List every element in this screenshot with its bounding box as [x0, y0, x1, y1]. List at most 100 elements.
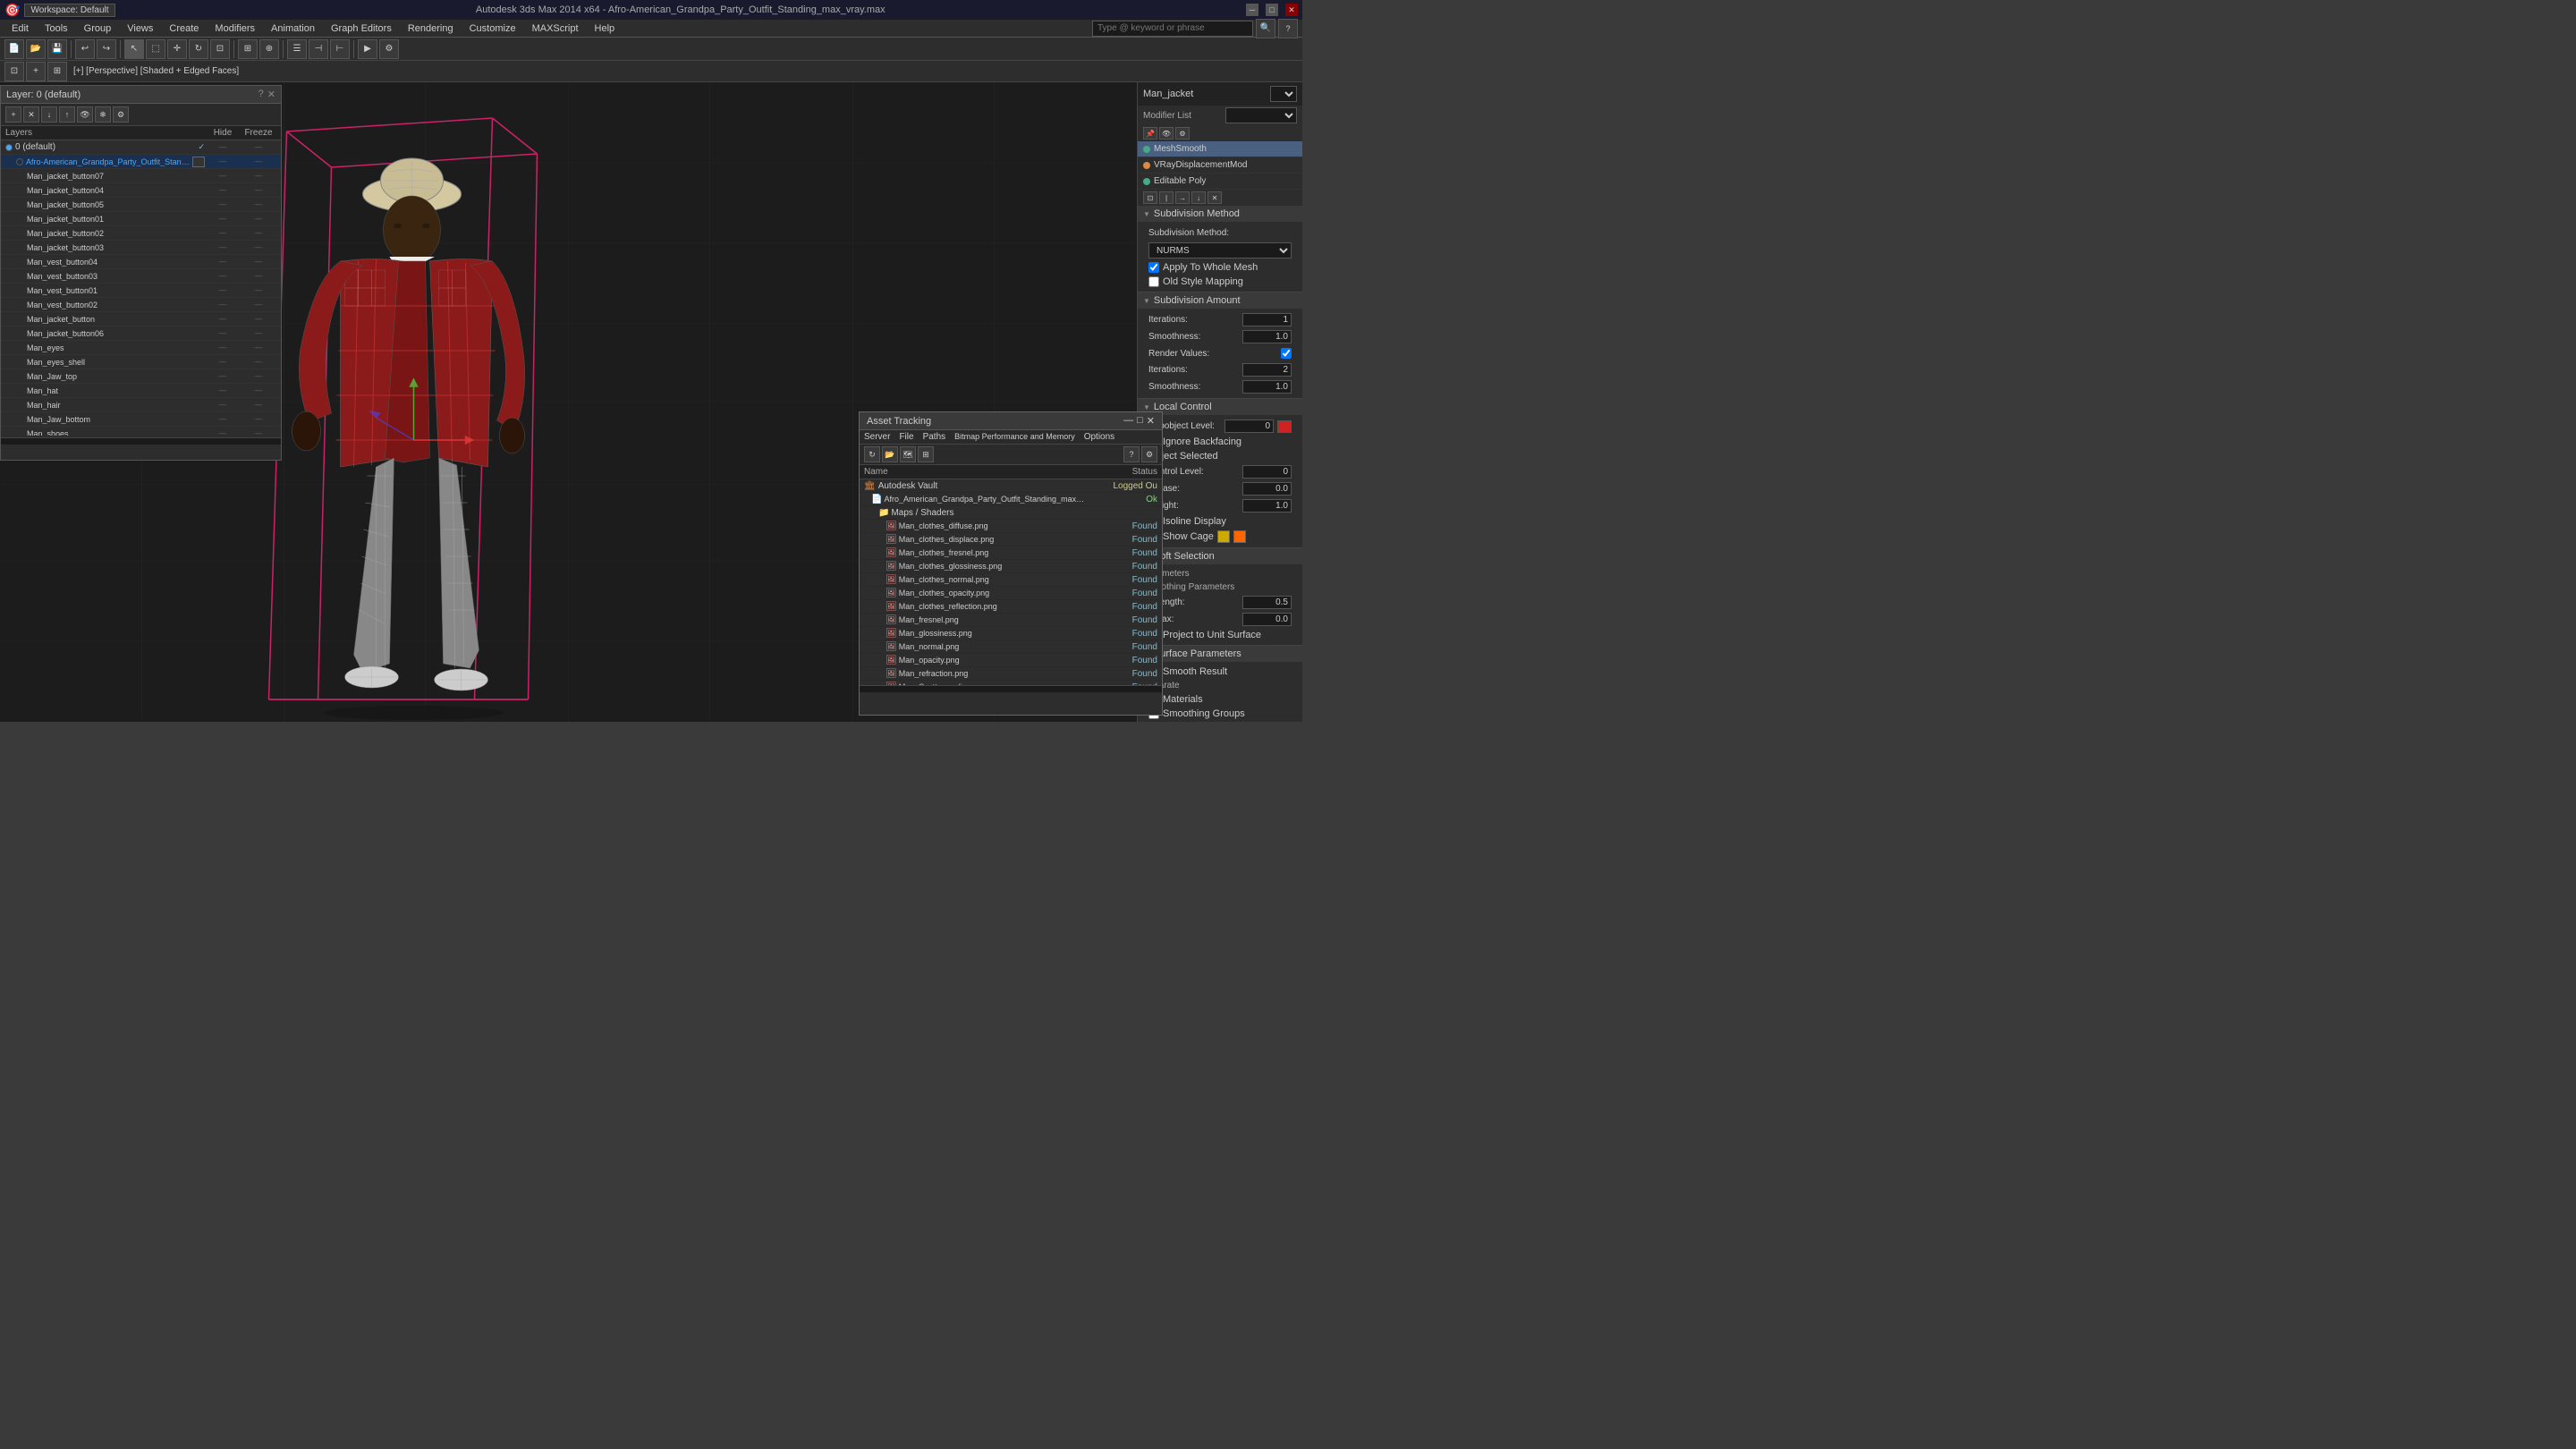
redo-btn[interactable]: ↪ — [97, 39, 116, 59]
layer-close-btn[interactable]: ✕ — [267, 89, 275, 100]
render-smoothness-input[interactable] — [1242, 380, 1292, 394]
layer-item[interactable]: Man_jacket_button01—— — [1, 212, 281, 226]
asset-menu-file[interactable]: File — [899, 432, 913, 442]
layer-item[interactable]: Man_vest_button01—— — [1, 284, 281, 298]
cage-color1[interactable] — [1217, 530, 1230, 543]
crease-input[interactable] — [1242, 482, 1292, 496]
asset-item-vault[interactable]: 🏛 Autodesk Vault Logged Ou — [860, 479, 1162, 493]
asset-item[interactable]: 🖼Man_clothes_diffuse.pngFound — [860, 520, 1162, 533]
asset-item[interactable]: 🖼Man_clothes_fresnel.pngFound — [860, 547, 1162, 560]
asset-minimize-btn[interactable]: — — [1123, 415, 1133, 427]
layer-item[interactable]: Man_jacket_button07—— — [1, 169, 281, 183]
mirror-btn[interactable]: ⊣ — [309, 39, 328, 59]
asset-browse-btn[interactable]: 📂 — [882, 446, 898, 462]
asset-maximize-btn[interactable]: □ — [1137, 415, 1143, 427]
asset-menu-paths[interactable]: Paths — [923, 432, 946, 442]
layer-item[interactable]: Man_jacket_button06—— — [1, 326, 281, 341]
asset-settings-btn[interactable]: ⚙ — [1141, 446, 1157, 462]
control-level-input[interactable] — [1242, 465, 1292, 479]
layer-item[interactable]: Man_Jaw_bottom—— — [1, 412, 281, 427]
menu-rendering[interactable]: Rendering — [401, 21, 461, 36]
new-file-btn[interactable]: 📄 — [4, 39, 24, 59]
modifier-list-dropdown[interactable] — [1270, 86, 1297, 102]
asset-item[interactable]: 🖼Man_clothes_displace.pngFound — [860, 533, 1162, 547]
zoom-all-btn[interactable]: ⊞ — [47, 62, 67, 81]
menu-edit[interactable]: Edit — [4, 21, 36, 36]
layer-item[interactable]: Man_jacket_button04—— — [1, 183, 281, 198]
relax-input[interactable] — [1242, 613, 1292, 626]
layer-item[interactable]: Man_hat—— — [1, 384, 281, 398]
zoom-btn[interactable]: + — [26, 62, 46, 81]
scale-btn[interactable]: ⊡ — [210, 39, 230, 59]
workspace-selector[interactable]: Workspace: Default — [24, 4, 114, 17]
align-btn[interactable]: ⊢ — [330, 39, 350, 59]
menu-group[interactable]: Group — [77, 21, 119, 36]
select-btn[interactable]: ↖ — [124, 39, 144, 59]
asset-scrollbar[interactable] — [860, 685, 1162, 692]
asset-menu-bitmap[interactable]: Bitmap Performance and Memory — [954, 432, 1075, 442]
strength-input[interactable] — [1242, 596, 1292, 609]
nurms-dropdown[interactable]: NURMS — [1148, 242, 1292, 258]
save-file-btn[interactable]: 💾 — [47, 39, 67, 59]
asset-menu-server[interactable]: Server — [864, 432, 890, 442]
layer-freeze-btn[interactable]: ❄ — [95, 106, 111, 123]
layer-item[interactable]: Man_Jaw_top—— — [1, 369, 281, 384]
asset-item[interactable]: 🖼Man_clothes_glossiness.pngFound — [860, 560, 1162, 573]
menu-create[interactable]: Create — [162, 21, 206, 36]
mod-ctrl-2[interactable]: | — [1159, 191, 1174, 204]
apply-whole-mesh-checkbox[interactable] — [1148, 262, 1159, 273]
menu-help[interactable]: Help — [588, 21, 623, 36]
help-button[interactable]: ? — [1278, 19, 1298, 38]
asset-help-btn[interactable]: ? — [1123, 446, 1140, 462]
cage-color2[interactable] — [1233, 530, 1246, 543]
asset-item[interactable]: 🖼Man_fresnel.pngFound — [860, 614, 1162, 627]
asset-menu-options[interactable]: Options — [1084, 432, 1114, 442]
asset-refresh-btn[interactable]: ↻ — [864, 446, 880, 462]
search-input[interactable] — [1092, 21, 1253, 37]
minimize-button[interactable]: ─ — [1246, 4, 1258, 16]
asset-map-btn[interactable]: 🗺 — [900, 446, 916, 462]
close-button[interactable]: ✕ — [1285, 4, 1298, 16]
layer-item[interactable]: Man_vest_button04—— — [1, 255, 281, 269]
layer-scrollbar[interactable] — [1, 437, 281, 445]
modifier-show-btn[interactable]: 👁 — [1159, 127, 1174, 140]
asset-item-maps-folder[interactable]: 📁 Maps / Shaders — [860, 506, 1162, 520]
layer-help-btn[interactable]: ? — [258, 89, 264, 100]
mod-ctrl-3[interactable]: → — [1175, 191, 1190, 204]
layer-settings-btn[interactable]: ⚙ — [113, 106, 129, 123]
modifier-vray[interactable]: VRayDisplacementMod — [1138, 157, 1302, 174]
modifier-dropdown-select[interactable] — [1225, 107, 1297, 123]
open-file-btn[interactable]: 📂 — [26, 39, 46, 59]
layer-item[interactable]: Man_jacket_button—— — [1, 312, 281, 326]
subobject-color-btn[interactable] — [1277, 420, 1292, 433]
layer-add-sel-btn[interactable]: ↓ — [41, 106, 57, 123]
modifier-editable-poly[interactable]: Editable Poly — [1138, 174, 1302, 190]
reference-btn[interactable]: ⊞ — [238, 39, 258, 59]
mod-ctrl-5[interactable]: ✕ — [1208, 191, 1222, 204]
layer-item[interactable]: Man_jacket_button02—— — [1, 226, 281, 241]
viewport-maximize-btn[interactable]: ⊡ — [4, 62, 24, 81]
layer-item[interactable]: Man_hair—— — [1, 398, 281, 412]
layer-sel-btn[interactable]: ↑ — [59, 106, 75, 123]
asset-grid-btn[interactable]: ⊞ — [918, 446, 934, 462]
undo-btn[interactable]: ↩ — [75, 39, 95, 59]
modifier-pin-btn[interactable]: 📌 — [1143, 127, 1157, 140]
layer-item-default[interactable]: 0 (default) ✓ — — — [1, 140, 281, 155]
menu-graph-editors[interactable]: Graph Editors — [324, 21, 399, 36]
asset-item[interactable]: 🖼Man_opacity.pngFound — [860, 654, 1162, 667]
render-iterations-input[interactable] — [1242, 363, 1292, 377]
pivot-btn[interactable]: ⊕ — [259, 39, 279, 59]
select-region-btn[interactable]: ⬚ — [146, 39, 165, 59]
asset-item[interactable]: 🖼Man_Scatter_radius.pngFound — [860, 681, 1162, 685]
layer-item[interactable]: Man_eyes—— — [1, 341, 281, 355]
render-setup-btn[interactable]: ⚙ — [379, 39, 399, 59]
asset-item[interactable]: 🖼Man_refraction.pngFound — [860, 667, 1162, 681]
subdivision-method-header[interactable]: ▼ Subdivision Method — [1138, 206, 1302, 222]
layer-item[interactable]: Man_vest_button02—— — [1, 298, 281, 312]
rotate-btn[interactable]: ↻ — [189, 39, 208, 59]
layer-item[interactable]: Man_shoes—— — [1, 427, 281, 436]
maximize-button[interactable]: □ — [1266, 4, 1278, 16]
asset-item[interactable]: 🖼Man_clothes_reflection.pngFound — [860, 600, 1162, 614]
layer-new-btn[interactable]: + — [5, 106, 21, 123]
modifier-meshsmooth[interactable]: MeshSmooth — [1138, 141, 1302, 157]
